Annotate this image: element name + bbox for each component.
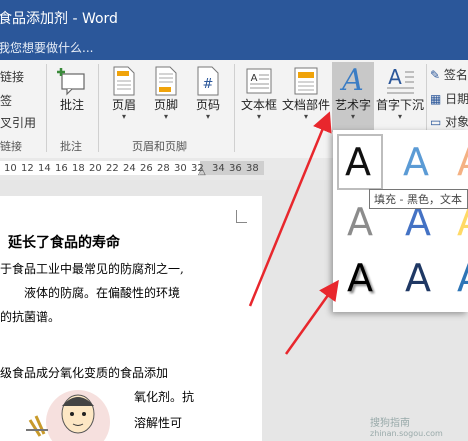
- watermark-text: 搜狗指南: [370, 418, 410, 429]
- arrow-to-wordart-style: [284, 279, 339, 355]
- watermark-url: zhinan.sogou.com: [370, 429, 443, 438]
- watermark: 搜狗指南 zhinan.sogou.com: [370, 414, 443, 438]
- annotation-arrows: [248, 111, 339, 355]
- arrow-to-wordart-button: [248, 111, 332, 307]
